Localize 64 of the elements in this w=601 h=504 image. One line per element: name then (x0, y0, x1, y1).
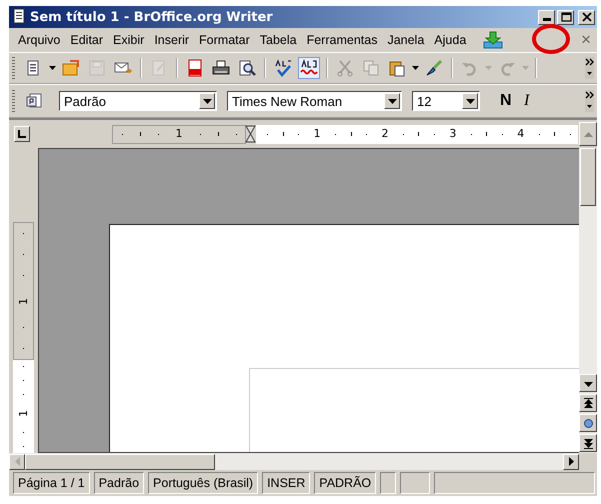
double-up-arrow-icon (582, 398, 594, 408)
ruler-number: 1 (18, 298, 29, 305)
scroll-right-button[interactable] (563, 454, 579, 470)
status-field: INSER (262, 472, 310, 494)
ruler-number: 1 (314, 128, 321, 140)
up-arrow-icon (584, 132, 592, 136)
navigator-button[interactable] (579, 414, 597, 432)
previous-page-button[interactable] (579, 394, 597, 412)
scroll-left-button[interactable] (9, 454, 25, 470)
status-field (380, 472, 396, 494)
ruler-number: 3 (449, 128, 456, 140)
scrollbar-thumb[interactable] (25, 454, 215, 470)
menu-item[interactable]: Inserir (149, 33, 194, 47)
font-name-combo[interactable]: Times New Roman (227, 91, 402, 111)
menu-item[interactable]: Ajuda (429, 33, 472, 47)
close-document-button[interactable]: × (581, 30, 591, 50)
status-field: Padrão (94, 472, 144, 494)
close-icon (580, 11, 592, 23)
menu-item[interactable]: Tabela (254, 33, 302, 47)
menu-item[interactable]: Exibir (108, 33, 150, 47)
menu-item[interactable]: Editar (65, 33, 108, 47)
dropdown-caret-icon[interactable] (49, 66, 56, 70)
ruler-number: 2 (382, 128, 389, 140)
update-arrow-icon[interactable] (483, 31, 504, 49)
next-page-button[interactable] (579, 434, 597, 452)
menu-item[interactable]: Arquivo (13, 33, 66, 47)
menu-item[interactable]: Ferramentas (302, 33, 382, 47)
menu-item[interactable]: Janela (382, 33, 430, 47)
maximize-button[interactable] (557, 10, 574, 24)
italic-button[interactable]: I (524, 92, 538, 110)
paragraph-style-combo[interactable]: Padrão (59, 91, 217, 111)
ruler-number: 4 (517, 128, 524, 140)
toolbar-grip[interactable] (12, 90, 15, 112)
maximize-icon (560, 11, 572, 23)
abc-wave-icon[interactable] (298, 57, 320, 79)
window-title: Sem título 1 - BrOffice.org Writer (30, 10, 274, 24)
right-arrow-icon (568, 457, 574, 466)
double-down-arrow-icon (582, 438, 594, 448)
tab-stop-selector[interactable] (14, 126, 30, 142)
left-arrow-icon (14, 457, 20, 466)
status-field: Página 1 / 1 (13, 472, 90, 494)
vertical-scrollbar[interactable] (579, 148, 597, 453)
circle-icon (582, 418, 594, 428)
status-field: PADRÃO (314, 472, 376, 494)
scroll-down-button[interactable] (579, 374, 597, 392)
status-field (400, 472, 430, 494)
ruler-number: 1 (18, 410, 29, 417)
minimize-icon (542, 18, 550, 20)
scrollbar-thumb[interactable] (580, 148, 596, 206)
menu-item[interactable]: Formatar (194, 33, 255, 47)
scroll-up-button[interactable] (579, 122, 597, 146)
ruler-number: 1 (176, 128, 182, 140)
chevron-icon[interactable] (585, 57, 594, 79)
horizontal-scrollbar[interactable] (9, 453, 597, 470)
chevron-icon[interactable] (585, 90, 594, 112)
dropdown-caret-icon[interactable] (412, 66, 419, 70)
bold-button[interactable]: N (500, 92, 514, 110)
close-button[interactable] (578, 10, 595, 24)
left-tab-icon (17, 129, 27, 139)
status-field: Português (Brasil) (148, 472, 258, 494)
minimize-button[interactable] (538, 10, 555, 24)
app-icon (11, 8, 27, 26)
toolbar-grip[interactable] (12, 57, 15, 79)
font-size-combo[interactable]: 12 (412, 91, 480, 111)
